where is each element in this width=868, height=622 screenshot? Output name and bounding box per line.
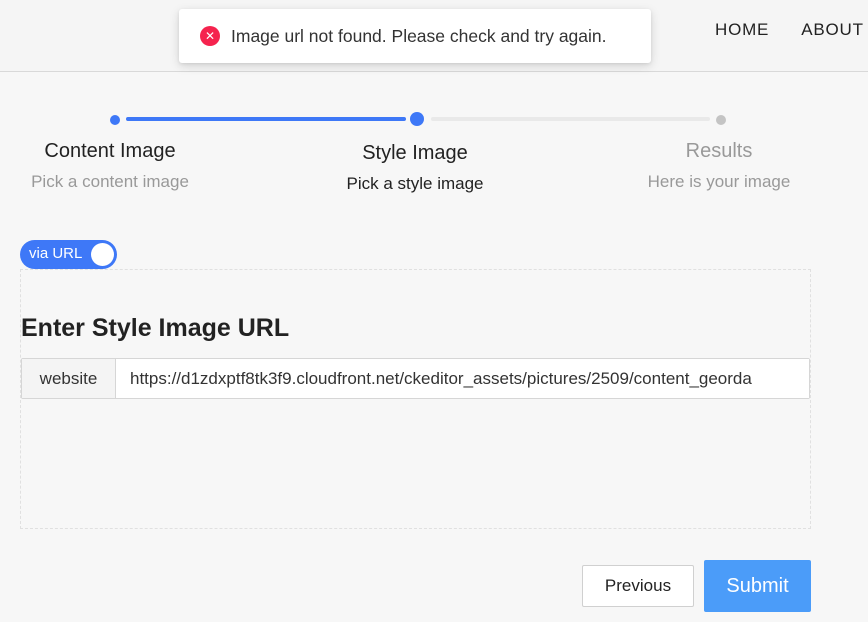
stepper-progress-line (126, 117, 406, 121)
step-title: Results (685, 140, 753, 162)
style-image-url-input[interactable] (116, 359, 809, 398)
toggle-label: via URL (29, 245, 83, 262)
form-title: Enter Style Image URL (21, 314, 290, 342)
step-1-dot (110, 115, 120, 125)
error-toast: ✕ Image url not found. Please check and … (179, 9, 651, 63)
step-2-dot (410, 112, 424, 126)
step-subtitle: Pick a style image (346, 174, 484, 193)
previous-button[interactable]: Previous (582, 565, 694, 607)
step-title: Style Image (362, 142, 468, 164)
step-title: Content Image (44, 140, 176, 162)
stepper-remaining-line (431, 117, 710, 121)
step-content-image[interactable]: Content Image Pick a content image (0, 140, 240, 192)
toast-message: Image url not found. Please check and tr… (231, 25, 607, 46)
step-3-dot (716, 115, 726, 125)
nav-home-link[interactable]: HOME (715, 20, 769, 40)
close-circle-icon: ✕ (200, 26, 220, 46)
url-addon-label: website (22, 359, 116, 398)
main-nav: HOME ABOUT (715, 20, 864, 40)
nav-about-link[interactable]: ABOUT (801, 20, 864, 40)
step-results: Results Here is your image (589, 140, 849, 192)
step-style-image[interactable]: Style Image Pick a style image (285, 142, 545, 194)
step-subtitle: Pick a content image (31, 172, 189, 191)
step-subtitle: Here is your image (647, 172, 791, 191)
submit-button[interactable]: Submit (704, 560, 811, 612)
toggle-knob (91, 243, 114, 266)
url-form-card: Enter Style Image URL website (20, 269, 811, 529)
url-input-group: website (21, 358, 810, 399)
page: HOME ABOUT ✕ Image url not found. Please… (0, 0, 868, 622)
via-url-toggle[interactable]: via URL (20, 240, 117, 269)
